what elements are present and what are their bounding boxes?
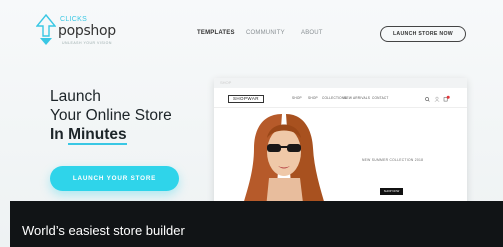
shop-nav-item: NEW ARRIVALS [344,96,371,100]
shop-nav-item: COLLECTIONS [322,96,347,100]
hero-headline: Launch Your Online Store In Minutes [50,87,172,145]
hero-line-1: Launch [50,88,101,105]
store-card[interactable]: CLICKS popshop UNLEASH YOUR VISION TEMPL… [0,0,503,247]
nav-about[interactable]: ABOUT [301,30,323,36]
hero-line-3: In Minutes [50,125,172,145]
logo-name: popshop [58,23,116,39]
hero-highlight: Minutes [68,126,127,145]
shop-nav-item: SHOP [308,96,318,100]
logo-tagline: UNLEASH YOUR VISION [62,41,112,45]
logo-prefix: CLICKS [60,16,88,23]
cart-icon [443,95,450,102]
collection-text: NEW SUMMER COLLECTION 2018 [362,158,424,162]
launch-store-now-button[interactable]: LAUNCH STORE NOW [380,26,466,42]
user-icon [434,96,440,102]
launch-your-store-button[interactable]: LAUNCH YOUR STORE [50,166,179,191]
caption-bar: World’s easiest store builder [10,201,503,247]
hero-line-2: Your Online Store [50,107,172,124]
shop-now-button: SHOP NOW [380,188,403,195]
preview-browser-bar: SHOP [214,78,467,88]
shop-header-icons [425,95,450,102]
cursor-logo-icon [36,14,56,45]
shop-nav-item: SHOP [292,96,302,100]
preview-bar-text: SHOP [220,80,232,85]
nav-templates[interactable]: TEMPLATES [197,30,235,36]
shop-logo: SHOPWAR [228,95,264,103]
caption-text: World’s easiest store builder [22,223,185,238]
hero-line-3-prefix: In [50,126,69,143]
shop-nav-item: CONTACT [372,96,389,100]
search-icon [425,97,430,102]
popshop-logo[interactable]: CLICKS popshop UNLEASH YOUR VISION [36,14,126,48]
nav-community[interactable]: COMMUNITY [246,30,285,36]
